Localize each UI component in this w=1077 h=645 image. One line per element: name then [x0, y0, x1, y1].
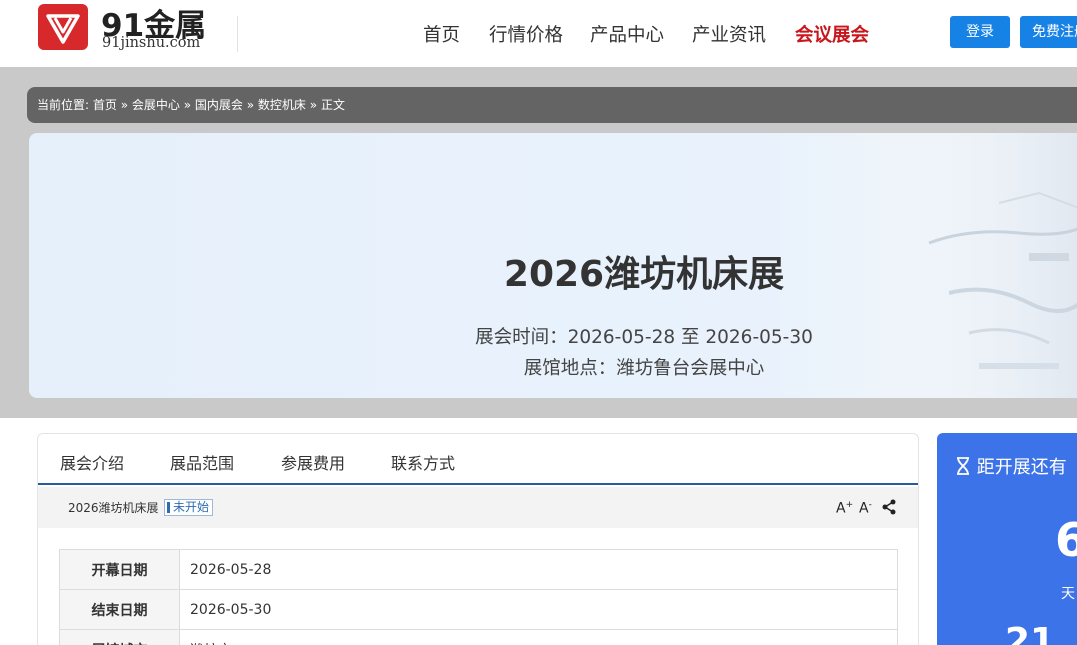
table-row: 展馆城市 潍坊市 [59, 629, 898, 645]
logo-icon[interactable] [38, 4, 88, 50]
info-value: 2026-05-28 [179, 549, 898, 590]
breadcrumb-prefix: 当前位置: [37, 98, 90, 112]
site-header: 91金属 91jinshu.com 首页 行情价格 产品中心 产业资讯 会议展会… [0, 0, 1077, 67]
article-toolbar: 2026潍坊机床展 未开始 A+ A- [38, 487, 918, 528]
exhibition-title: 2026潍坊机床展 [503, 254, 785, 295]
font-decrease-button[interactable]: A- [859, 500, 872, 517]
nav-item-prices[interactable]: 行情价格 [489, 21, 563, 47]
tab-contact[interactable]: 联系方式 [391, 450, 455, 474]
breadcrumb-link-home[interactable]: 首页 [93, 98, 117, 112]
nav-item-home[interactable]: 首页 [423, 21, 460, 47]
breadcrumb-link-cnc[interactable]: 数控机床 [258, 98, 306, 112]
tab-exhibit-scope[interactable]: 展品范围 [170, 450, 234, 474]
breadcrumb-separator: » [120, 98, 129, 112]
exhibition-info-table: 开幕日期 2026-05-28 结束日期 2026-05-30 展馆城市 潍坊市 [59, 549, 898, 645]
article-title: 2026潍坊机床展 [68, 501, 159, 515]
breadcrumb-separator: » [183, 98, 192, 112]
detail-tabs: 展会介绍 展品范围 参展费用 联系方式 [38, 434, 918, 485]
tab-introduction[interactable]: 展会介绍 [60, 450, 124, 474]
countdown-days-unit: 天 [1061, 586, 1075, 602]
tab-fees[interactable]: 参展费用 [281, 450, 345, 474]
hero-banner: 2026潍坊机床展 展会时间：2026-05-28 至 2026-05-30 展… [29, 133, 1077, 398]
status-badge: 未开始 [164, 499, 214, 516]
register-button[interactable]: 免费注册 [1020, 16, 1077, 48]
countdown-title: 距开展还有 [955, 453, 1067, 479]
detail-panel: 展会介绍 展品范围 参展费用 联系方式 2026潍坊机床展 未开始 A+ A- … [37, 433, 919, 645]
share-icon[interactable] [882, 499, 896, 519]
info-key: 展馆城市 [59, 629, 180, 645]
breadcrumb-separator: » [246, 98, 255, 112]
info-key: 开幕日期 [59, 549, 180, 590]
logo-divider [237, 16, 238, 52]
hourglass-icon [955, 457, 977, 478]
table-row: 开幕日期 2026-05-28 [59, 549, 898, 590]
exhibition-venue: 展馆地点：潍坊鲁台会展中心 [523, 358, 765, 379]
info-key: 结束日期 [59, 589, 180, 630]
login-button[interactable]: 登录 [950, 16, 1010, 48]
breadcrumb-link-domestic[interactable]: 国内展会 [195, 98, 243, 112]
breadcrumb-link-exhibition-center[interactable]: 会展中心 [132, 98, 180, 112]
countdown-label: 距开展还有 [976, 457, 1067, 478]
font-increase-button[interactable]: A+ [836, 500, 853, 517]
nav-item-news[interactable]: 产业资讯 [692, 21, 766, 47]
info-value: 2026-05-30 [179, 589, 898, 630]
minus-sign-icon: - [868, 500, 872, 510]
nav-item-products[interactable]: 产品中心 [590, 21, 664, 47]
countdown-hours: 21 [1005, 621, 1056, 645]
nav-item-exhibitions[interactable]: 会议展会 [795, 21, 869, 47]
logo-subtitle[interactable]: 91jinshu.com [102, 35, 200, 51]
plus-sign-icon: + [845, 500, 854, 510]
info-value: 潍坊市 [179, 629, 898, 645]
table-row: 结束日期 2026-05-30 [59, 589, 898, 630]
breadcrumb-current: 正文 [320, 98, 345, 112]
breadcrumb-separator: » [309, 98, 318, 112]
breadcrumb: 当前位置: 首页 » 会展中心 » 国内展会 » 数控机床 » 正文 [27, 87, 1077, 123]
exhibition-time: 展会时间：2026-05-28 至 2026-05-30 [475, 327, 813, 348]
countdown-days: 6 [1055, 513, 1077, 567]
countdown-card: 距开展还有 6 天 21 [937, 433, 1077, 645]
